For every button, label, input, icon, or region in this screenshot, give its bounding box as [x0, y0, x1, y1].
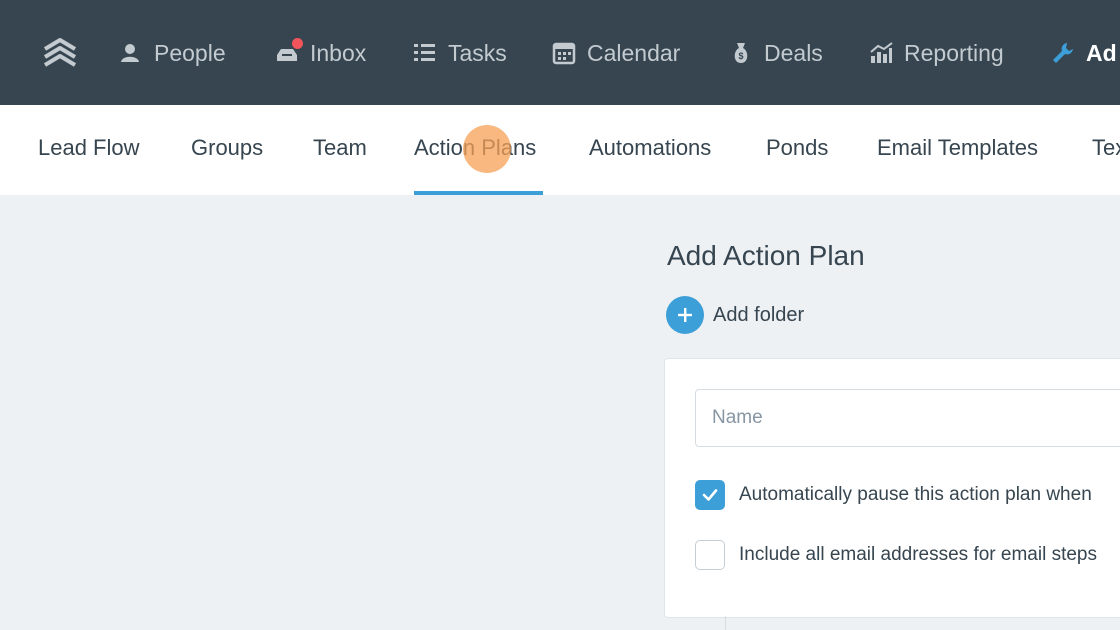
- tab-label: Automations: [589, 135, 712, 160]
- auto-pause-option[interactable]: Automatically pause this action plan whe…: [695, 480, 1092, 510]
- include-emails-option[interactable]: Include all email addresses for email st…: [695, 540, 1097, 570]
- add-folder-label: Add folder: [713, 303, 805, 326]
- tab-text-templates[interactable]: Tex: [1092, 135, 1120, 195]
- tab-automations[interactable]: Automations: [589, 135, 711, 195]
- tab-label: Email Templates: [877, 135, 1038, 160]
- auto-pause-checkbox[interactable]: [695, 480, 725, 510]
- admin-tab-bar: Lead Flow Groups Team Action Plans Autom…: [0, 105, 1120, 195]
- nav-item-label: People: [154, 39, 226, 66]
- nav-item-people[interactable]: People: [118, 36, 226, 70]
- tab-action-plans[interactable]: Action Plans: [414, 135, 543, 195]
- include-emails-checkbox[interactable]: [695, 540, 725, 570]
- nav-item-deals[interactable]: $ Deals: [728, 36, 823, 70]
- plus-icon: [666, 296, 704, 334]
- add-folder-button[interactable]: Add folder: [666, 296, 804, 334]
- nav-item-label: Ad: [1086, 39, 1117, 66]
- wrench-icon: [1050, 40, 1076, 66]
- notification-badge: [292, 38, 303, 49]
- nav-item-reporting[interactable]: Reporting: [868, 36, 1004, 70]
- nav-item-label: Tasks: [448, 39, 507, 66]
- name-field[interactable]: [695, 389, 1120, 447]
- list-icon: [412, 40, 438, 66]
- tab-team[interactable]: Team: [313, 135, 367, 195]
- tab-email-templates[interactable]: Email Templates: [877, 135, 1038, 195]
- tab-label: Team: [313, 135, 367, 160]
- tab-label: Tex: [1092, 135, 1120, 160]
- nav-item-label: Inbox: [310, 39, 367, 66]
- auto-pause-label: Automatically pause this action plan whe…: [739, 484, 1092, 505]
- divider: [725, 616, 726, 630]
- tab-groups[interactable]: Groups: [191, 135, 263, 195]
- active-tab-indicator: [414, 191, 543, 195]
- stacked-chevrons-logo-icon[interactable]: [40, 35, 80, 71]
- tab-label: Ponds: [766, 135, 829, 160]
- nav-item-label: Calendar: [587, 39, 681, 66]
- tab-lead-flow[interactable]: Lead Flow: [38, 135, 140, 195]
- money-bag-icon: $: [728, 40, 754, 66]
- nav-item-label: Deals: [764, 39, 823, 66]
- person-icon: [118, 40, 144, 66]
- tab-label: Groups: [191, 135, 264, 160]
- nav-item-admin[interactable]: Ad: [1050, 36, 1117, 70]
- calendar-icon: [551, 40, 577, 66]
- svg-text:$: $: [738, 51, 743, 61]
- tab-label: Lead Flow: [38, 135, 140, 160]
- nav-item-tasks[interactable]: Tasks: [412, 36, 507, 70]
- nav-item-inbox[interactable]: Inbox: [274, 36, 366, 70]
- top-navigation-bar: People Inbox Tasks Calendar $ Deals Repo…: [0, 0, 1120, 105]
- page-title: Add Action Plan: [667, 240, 865, 271]
- nav-item-calendar[interactable]: Calendar: [551, 36, 680, 70]
- inbox-icon: [274, 38, 303, 66]
- include-emails-label: Include all email addresses for email st…: [739, 544, 1098, 565]
- tab-ponds[interactable]: Ponds: [766, 135, 828, 195]
- tab-label: Action Plans: [414, 135, 537, 160]
- chart-icon: [868, 40, 894, 66]
- nav-item-label: Reporting: [904, 39, 1004, 66]
